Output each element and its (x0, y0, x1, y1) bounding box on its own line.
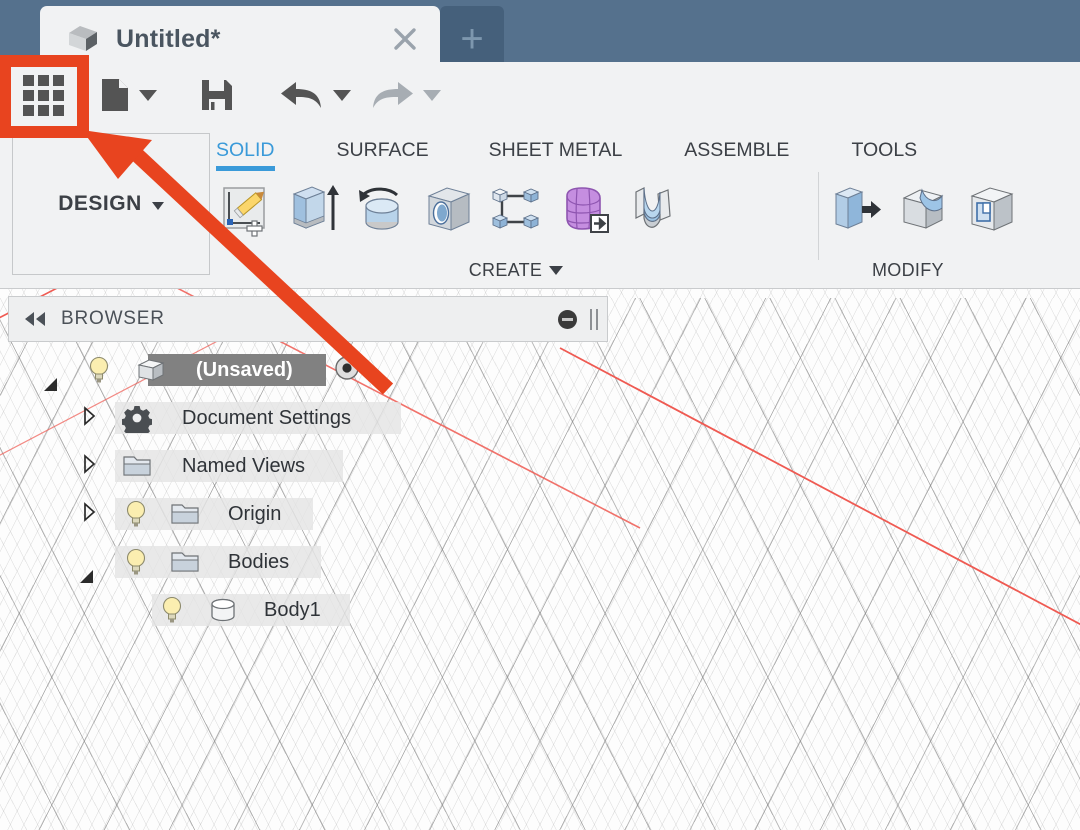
expand-triangle-icon[interactable] (44, 361, 57, 391)
modify-group-text: MODIFY (872, 260, 944, 280)
tree-item-origin[interactable]: Origin (0, 496, 620, 532)
create-base-feature-button[interactable] (624, 174, 682, 244)
ribbon-group-create: CREATE (216, 168, 816, 286)
tab-sheet-metal[interactable]: SHEET METAL (489, 133, 623, 164)
create-form-button[interactable] (556, 174, 614, 244)
tree-item-bodies[interactable]: Bodies (0, 544, 620, 583)
tab-surface-label: SURFACE (336, 138, 429, 161)
tab-assemble-label: ASSEMBLE (684, 138, 790, 161)
plus-icon: + (460, 17, 484, 61)
quick-access-toolbar (0, 62, 1080, 128)
collapse-triangle-icon[interactable] (82, 453, 96, 479)
tab-tools[interactable]: TOOLS (851, 133, 917, 164)
hole-button[interactable] (420, 174, 478, 244)
ribbon-tab-strip: SOLID SURFACE SHEET METAL ASSEMBLE TOOLS (216, 128, 917, 171)
cylinder-body-icon (206, 596, 240, 624)
new-document-button[interactable] (100, 62, 157, 128)
collapse-triangle-icon[interactable] (82, 405, 96, 431)
tree-item-unsaved[interactable]: (Unsaved) (0, 352, 620, 391)
document-tab-title: Untitled* (116, 24, 221, 53)
pattern-icon (491, 188, 540, 229)
folder-icon (170, 501, 200, 527)
shell-button[interactable] (964, 174, 1022, 244)
visibility-bulb-icon[interactable] (88, 356, 110, 384)
show-data-panel-button[interactable] (14, 62, 72, 128)
tab-solid-label: SOLID (216, 138, 275, 161)
create-form-icon (566, 187, 609, 233)
workspace-label: DESIGN (58, 192, 142, 215)
create-group-text: CREATE (468, 260, 543, 280)
minimize-circle-icon[interactable] (558, 309, 577, 329)
visibility-bulb-icon[interactable] (161, 596, 183, 624)
browser-panel-header: BROWSER (8, 296, 608, 342)
chevron-down-icon (549, 266, 564, 275)
ribbon-group-divider (818, 172, 819, 260)
expand-triangle-icon[interactable] (80, 553, 93, 583)
undo-button[interactable] (280, 62, 351, 128)
visibility-bulb-icon[interactable] (125, 500, 147, 528)
tree-item-label: Document Settings (182, 406, 351, 429)
tab-tools-label: TOOLS (851, 138, 918, 161)
tab-surface[interactable]: SURFACE (337, 133, 429, 164)
folder-icon (170, 549, 200, 575)
press-pull-icon (834, 187, 881, 229)
workspace-selector[interactable]: DESIGN (12, 133, 210, 275)
shell-icon (970, 187, 1014, 231)
resize-grip-icon[interactable] (590, 308, 598, 330)
hole-icon (427, 187, 471, 231)
tree-item-body1[interactable]: Body1 (0, 592, 620, 628)
chevron-down-icon[interactable] (333, 89, 351, 101)
pattern-button[interactable] (488, 174, 546, 244)
tree-item-document-settings[interactable]: Document Settings (0, 400, 620, 436)
component-cube-icon (136, 357, 166, 383)
ribbon: DESIGN SOLID SURFACE SHEET METAL ASSEMBL… (0, 128, 1080, 289)
fillet-button[interactable] (896, 174, 954, 244)
radio-activate-icon[interactable] (334, 355, 360, 386)
modify-group-label[interactable]: MODIFY (828, 260, 1080, 281)
gear-icon (122, 403, 152, 433)
ribbon-group-modify: MODIFY (828, 168, 1080, 286)
file-icon (102, 79, 128, 111)
visibility-bulb-icon[interactable] (125, 548, 147, 576)
chevron-down-icon[interactable] (151, 202, 164, 210)
create-group-label[interactable]: CREATE (216, 260, 816, 281)
press-pull-button[interactable] (828, 174, 886, 244)
close-icon[interactable] (392, 26, 418, 52)
revolve-icon (359, 187, 399, 230)
save-button[interactable] (200, 62, 234, 128)
tree-item-label: (Unsaved) (196, 358, 293, 381)
double-chevron-left-icon[interactable] (23, 310, 49, 328)
tab-assemble[interactable]: ASSEMBLE (684, 133, 789, 164)
floppy-disk-icon (202, 80, 232, 110)
fusion360-window: Untitled* + DESIGN SOLID SURFACE SHEET M… (0, 0, 1080, 830)
browser-title: BROWSER (61, 308, 165, 329)
redo-button (370, 62, 441, 128)
undo-arrow-icon (281, 82, 321, 108)
revolve-button[interactable] (352, 174, 410, 244)
sketch-pencil-icon (223, 187, 265, 237)
extrude-button[interactable] (284, 174, 342, 244)
tree-item-label: Named Views (182, 454, 306, 477)
tree-item-named-views[interactable]: Named Views (0, 448, 620, 484)
chevron-down-icon (423, 89, 441, 101)
tab-solid[interactable]: SOLID (216, 133, 275, 171)
grid-icon (22, 74, 64, 116)
tab-sheet-metal-label: SHEET METAL (488, 138, 623, 161)
folder-icon (122, 453, 152, 479)
tree-item-label: Body1 (264, 598, 321, 621)
tree-item-label: Bodies (228, 550, 290, 573)
fillet-icon (902, 188, 944, 229)
create-sketch-button[interactable] (216, 174, 274, 244)
chevron-down-icon[interactable] (139, 89, 157, 101)
extrude-icon (292, 185, 339, 230)
browser-tree: (Unsaved) Document Settings Named Views … (0, 352, 620, 628)
minimize-bar (562, 317, 573, 321)
tree-item-label: Origin (228, 502, 282, 525)
collapse-triangle-icon[interactable] (82, 501, 96, 527)
redo-arrow-icon (373, 82, 413, 108)
cube-icon (69, 26, 97, 51)
base-feature-icon (635, 187, 671, 228)
